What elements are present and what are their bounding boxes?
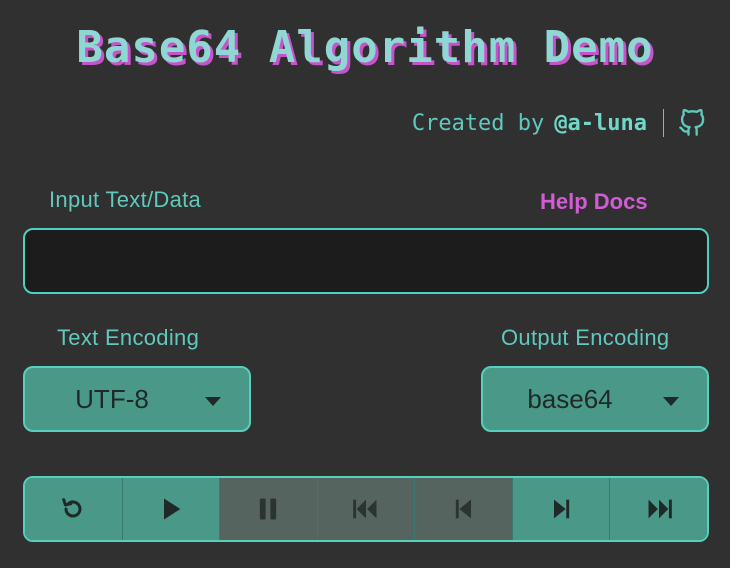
go-to-first-button[interactable] [317,478,416,540]
output-encoding-value: base64 [527,383,613,414]
github-icon[interactable] [678,109,706,137]
step-back-button[interactable] [415,478,513,540]
divider [663,109,664,137]
reset-button[interactable] [25,478,123,540]
created-by-text: Created by [411,110,545,136]
step-back-icon [455,499,471,519]
output-encoding-select[interactable]: base64 [481,366,709,432]
credits: Created by @a-luna [412,106,706,140]
text-encoding-select[interactable]: UTF-8 [23,366,251,432]
text-encoding-label: Text Encoding [57,325,200,350]
input-text-field[interactable] [23,228,709,294]
chevron-down-icon [205,397,221,406]
pause-icon [260,498,277,520]
step-forward-button[interactable] [512,478,611,540]
step-forward-icon [554,499,570,519]
app: Base64 Algorithm Demo Created by @a-luna… [0,0,730,568]
skip-forward-icon [648,499,672,519]
playback-controls [23,476,709,542]
author-link[interactable]: @a-luna [554,111,647,136]
chevron-down-icon [663,397,679,406]
reset-icon [62,498,82,518]
pause-button[interactable] [220,478,318,540]
page-title: Base64 Algorithm Demo [76,22,654,73]
go-to-last-button[interactable] [610,478,707,540]
skip-back-icon [353,499,377,519]
help-docs-link[interactable]: Help Docs [540,189,648,215]
output-encoding-label: Output Encoding [501,325,670,350]
text-encoding-value: UTF-8 [75,383,149,414]
play-icon [163,498,181,520]
play-button[interactable] [122,478,221,540]
input-label: Input Text/Data [49,187,202,212]
